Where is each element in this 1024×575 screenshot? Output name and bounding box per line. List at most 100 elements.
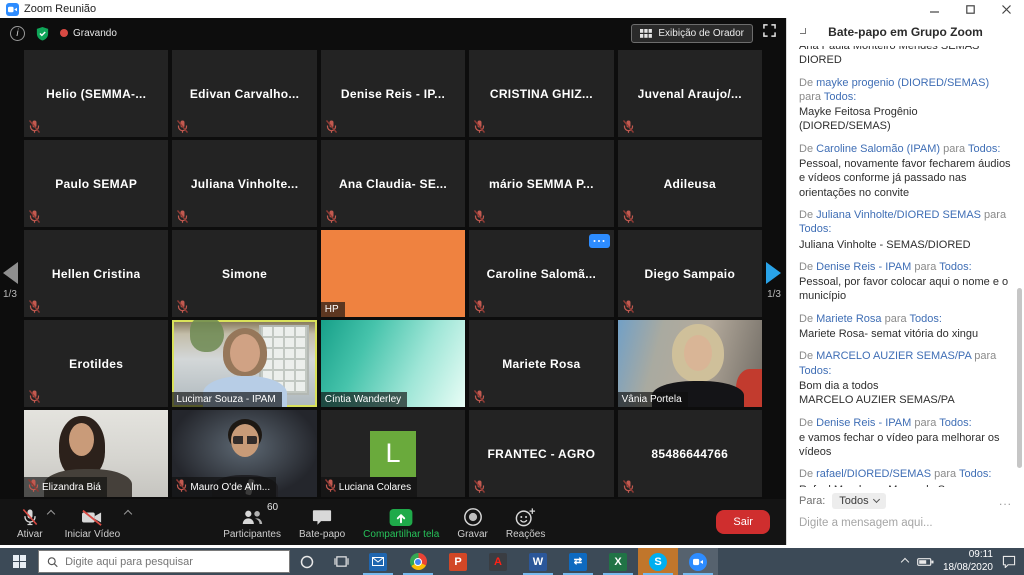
muted-mic-icon xyxy=(177,120,188,133)
participant-tile[interactable]: Diego Sampaio xyxy=(618,230,762,317)
meeting-header: i Gravando Exibição de Orador xyxy=(0,18,786,48)
taskbar-app-powerpoint-icon[interactable]: P xyxy=(438,548,478,575)
participant-tile[interactable]: Juvenal Araujo/... xyxy=(618,50,762,137)
participant-tile[interactable]: Mauro O'de Alm... xyxy=(172,410,316,497)
maximize-button[interactable] xyxy=(952,0,988,18)
recording-indicator: Gravando xyxy=(60,28,117,39)
chevron-down-icon xyxy=(873,496,880,503)
chat-scrollbar[interactable] xyxy=(1017,288,1022,468)
participant-grid: Helio (SEMMA-...Edivan Carvalho...Denise… xyxy=(0,48,786,499)
minimize-button[interactable] xyxy=(916,0,952,18)
clock-date: 18/08/2020 xyxy=(943,562,993,575)
previous-page-arrow[interactable]: 1/3 xyxy=(3,262,18,300)
page-indicator: 1/3 xyxy=(767,289,781,300)
taskbar-app-acrobat-icon[interactable]: A xyxy=(478,548,518,575)
participant-name-label: Lucimar Souza - IPAM xyxy=(172,392,281,407)
cortana-button[interactable] xyxy=(290,548,324,575)
windows-taskbar: PAW⇄XS 09:11 18/08/2020 xyxy=(0,548,1024,575)
taskbar-app-teamviewer-icon[interactable]: ⇄ xyxy=(558,548,598,575)
more-options-badge[interactable] xyxy=(589,234,610,248)
chat-button[interactable]: Bate-papo xyxy=(290,499,354,545)
taskbar-app-mail-icon[interactable] xyxy=(358,548,398,575)
participant-tile[interactable]: Helio (SEMMA-... xyxy=(24,50,168,137)
chat-message: De Juliana Vinholte/DIORED SEMAS para To… xyxy=(799,208,1012,252)
participant-tile[interactable]: Juliana Vinholte... xyxy=(172,140,316,227)
send-to-dropdown[interactable]: Todos xyxy=(832,493,885,509)
chat-message-header: De Denise Reis - IPAM para Todos: xyxy=(799,416,1012,430)
chat-message-header: De mayke progenio (DIORED/SEMAS) para To… xyxy=(799,76,1012,105)
meeting-info-icon[interactable]: i xyxy=(10,26,25,41)
battery-icon[interactable] xyxy=(917,557,934,567)
participant-tile[interactable]: Edivan Carvalho... xyxy=(172,50,316,137)
leave-meeting-button[interactable]: Sair xyxy=(716,510,770,534)
participant-tile[interactable]: Erotildes xyxy=(24,320,168,407)
muted-mic-icon xyxy=(474,390,485,403)
chat-message: De Caroline Salomão (IPAM) para Todos:Pe… xyxy=(799,142,1012,200)
participant-tile[interactable]: Cíntia Wanderley xyxy=(321,320,465,407)
participant-tile[interactable]: FRANTEC - AGRO xyxy=(469,410,613,497)
fullscreen-icon[interactable] xyxy=(763,24,776,42)
participant-tile[interactable]: Simone xyxy=(172,230,316,317)
chat-message: De rafael/DIORED/SEMAS para Todos:Rafael… xyxy=(799,467,1012,487)
participant-tile[interactable]: Hellen Cristina xyxy=(24,230,168,317)
participant-name: Mariete Rosa xyxy=(502,357,580,371)
encryption-shield-icon[interactable] xyxy=(34,25,51,42)
participant-tile[interactable]: LLuciana Colares xyxy=(321,410,465,497)
speaker-view-button[interactable]: Exibição de Orador xyxy=(631,24,753,43)
record-button[interactable]: Gravar xyxy=(448,499,497,545)
chevron-down-icon[interactable] xyxy=(800,28,806,34)
muted-mic-icon xyxy=(20,505,40,527)
taskbar-search-box[interactable] xyxy=(38,550,290,573)
participant-tile[interactable]: HP xyxy=(321,230,465,317)
participant-tile[interactable]: 85486644766 xyxy=(618,410,762,497)
next-page-arrow[interactable]: 1/3 xyxy=(766,262,781,300)
participant-tile[interactable]: Vânia Portela xyxy=(618,320,762,407)
taskbar-app-chrome-icon[interactable] xyxy=(398,548,438,575)
participant-tile[interactable]: Adileusa xyxy=(618,140,762,227)
participant-name-label: Vânia Portela xyxy=(618,392,688,407)
chat-message: De Mariete Rosa para Todos:Mariete Rosa-… xyxy=(799,312,1012,342)
participant-tile[interactable]: Paulo SEMAP xyxy=(24,140,168,227)
search-input[interactable] xyxy=(65,556,281,568)
chat-message-body: Mayke Feitosa Progênio (DIORED/SEMAS) xyxy=(799,105,1012,134)
participant-tile[interactable]: Ana Claudia- SE... xyxy=(321,140,465,227)
participant-tile[interactable]: CRISTINA GHIZ... xyxy=(469,50,613,137)
chat-message-header: De MARCELO AUZIER SEMAS/PA para Todos: xyxy=(799,349,1012,378)
title-bar: Zoom Reunião xyxy=(0,0,1024,18)
task-view-button[interactable] xyxy=(324,548,358,575)
participant-name: Erotildes xyxy=(69,357,123,371)
participant-tile[interactable]: Elizandra Biá xyxy=(24,410,168,497)
participants-button[interactable]: 60 Participantes xyxy=(214,499,290,545)
share-screen-button[interactable]: Compartilhar tela xyxy=(354,499,448,545)
taskbar-app-skype-icon[interactable]: S xyxy=(638,548,678,575)
action-center-icon[interactable] xyxy=(1002,555,1016,568)
taskbar-app-zoom-icon[interactable] xyxy=(678,548,718,575)
start-video-button[interactable]: Iniciar Vídeo xyxy=(56,499,130,545)
tray-chevron-up-icon[interactable] xyxy=(901,557,909,565)
chat-message-header: De Mariete Rosa para Todos: xyxy=(799,312,1012,326)
participant-tile[interactable]: mário SEMMA P... xyxy=(469,140,613,227)
muted-mic-icon xyxy=(623,120,634,133)
taskbar-app-word-icon[interactable]: W xyxy=(518,548,558,575)
participant-name: CRISTINA GHIZ... xyxy=(490,87,593,101)
taskbar-clock[interactable]: 09:11 18/08/2020 xyxy=(943,549,993,574)
video-off-icon xyxy=(80,505,104,527)
participant-tile[interactable]: Mariete Rosa xyxy=(469,320,613,407)
close-button[interactable] xyxy=(988,0,1024,18)
window-title: Zoom Reunião xyxy=(24,3,96,15)
unmute-button[interactable]: Ativar xyxy=(8,499,52,545)
composer-more-button[interactable]: ... xyxy=(999,494,1012,508)
start-button[interactable] xyxy=(0,548,38,575)
taskbar-app-excel-icon[interactable]: X xyxy=(598,548,638,575)
muted-mic-icon xyxy=(474,120,485,133)
muted-mic-icon xyxy=(474,300,485,313)
task-view-icon xyxy=(334,555,349,568)
reactions-button[interactable]: Reações xyxy=(497,499,554,545)
participant-name: FRANTEC - AGRO xyxy=(488,447,596,461)
participant-tile[interactable]: Denise Reis - IP... xyxy=(321,50,465,137)
record-icon xyxy=(463,505,483,527)
participant-tile[interactable]: Caroline Salomã... xyxy=(469,230,613,317)
chat-message: De MARCELO AUZIER SEMAS/PA para Todos:Bo… xyxy=(799,349,1012,407)
participant-tile[interactable]: Lucimar Souza - IPAM xyxy=(172,320,316,407)
chat-message-input[interactable] xyxy=(799,517,1012,529)
